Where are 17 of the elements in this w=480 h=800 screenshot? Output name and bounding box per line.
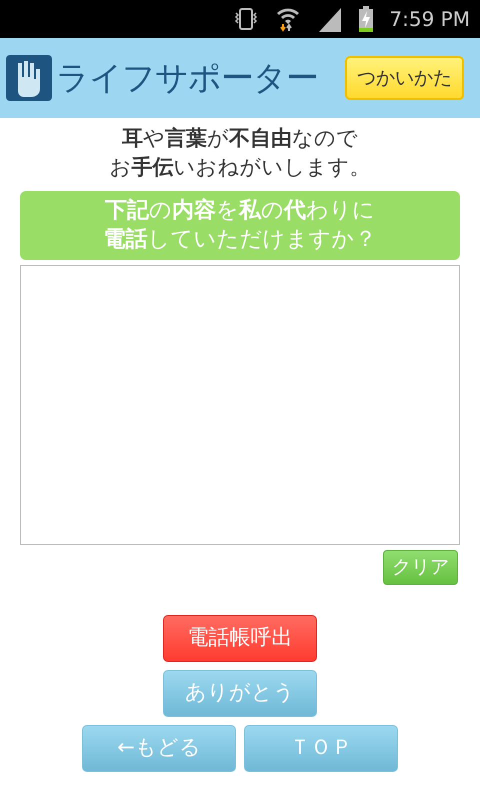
clear-button[interactable]: クリア xyxy=(383,550,458,585)
request-text-line: 電話していただけますか？ xyxy=(104,226,376,254)
app-name: ライフサポーター xyxy=(56,57,318,100)
vibrate-icon xyxy=(233,7,260,31)
wifi-icon xyxy=(275,6,302,32)
intro-text-line: お手伝いおねがいします。 xyxy=(110,154,370,182)
signal-icon xyxy=(317,6,344,32)
help-button[interactable]: つかいかた xyxy=(345,56,464,100)
action-button[interactable]: ＴＯＰ xyxy=(244,724,398,772)
action-button[interactable]: 電話帳呼出 xyxy=(163,614,317,662)
request-text-line: 下記の内容を私の代わりに xyxy=(105,196,375,225)
hand-logo-icon xyxy=(6,55,52,101)
clock-time: 7:59 PM xyxy=(389,6,470,33)
action-button[interactable]: ありがとう xyxy=(163,670,317,717)
message-field[interactable] xyxy=(20,265,460,546)
intro-text-line: 耳や言葉が不自由なので xyxy=(122,125,358,152)
action-button[interactable]: ←もどる xyxy=(82,724,236,772)
